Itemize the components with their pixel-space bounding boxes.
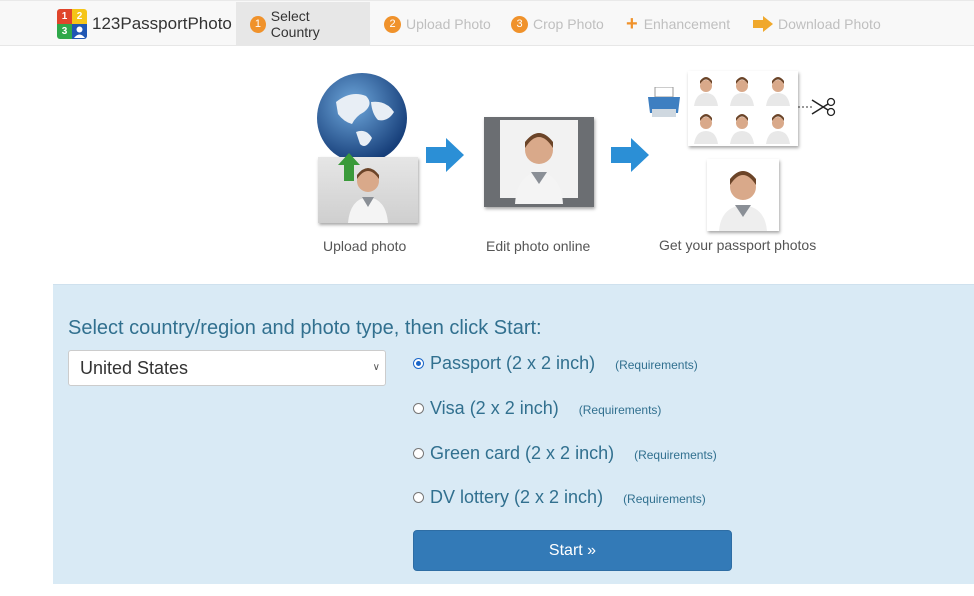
step-number-badge: 2 (384, 15, 401, 33)
radio-green-card[interactable] (413, 448, 424, 459)
step-number-badge: 3 (511, 15, 528, 33)
step-label: Select Country (270, 8, 320, 40)
arrow-right-icon (753, 16, 773, 32)
radio-passport[interactable] (413, 358, 424, 369)
logo-icon: 1 2 3 (57, 9, 87, 39)
arrow-right-icon (611, 138, 649, 172)
caption-edit-photo: Edit photo online (486, 238, 591, 254)
step-upload-photo[interactable]: 2 Upload Photo (370, 2, 505, 46)
requirements-link[interactable]: (Requirements) (623, 492, 706, 506)
edit-photo-image (484, 117, 594, 207)
brand-name: 123PassportPhoto (92, 14, 232, 33)
upload-arrow-icon (338, 153, 360, 181)
caption-upload-photo: Upload photo (323, 238, 407, 254)
brand-link[interactable]: 1 2 3 123PassportPhoto (57, 9, 232, 39)
arrow-right-icon (426, 138, 464, 172)
radio-visa[interactable] (413, 403, 424, 414)
plus-icon: + (626, 13, 638, 35)
option-label[interactable]: Green card (2 x 2 inch) (430, 443, 614, 464)
logo-digit: 2 (72, 9, 87, 24)
photo-type-option: Passport (2 x 2 inch) (Requirements) (413, 353, 698, 374)
requirements-link[interactable]: (Requirements) (634, 448, 717, 462)
requirements-link[interactable]: (Requirements) (615, 358, 698, 372)
country-select[interactable]: United States ∨ (68, 350, 386, 386)
step-enhancement[interactable]: + Enhancement (612, 2, 744, 46)
step-label: Download Photo (778, 16, 881, 32)
photo-type-option: DV lottery (2 x 2 inch) (Requirements) (413, 487, 706, 508)
top-navbar: 1 2 3 123PassportPhoto 1 Select Country … (0, 0, 974, 46)
photo-sheet-image (688, 71, 798, 146)
person-icon (72, 24, 87, 39)
selection-panel: Select country/region and photo type, th… (53, 284, 974, 584)
step-label: Upload Photo (406, 16, 491, 32)
start-button[interactable]: Start » (413, 530, 732, 571)
option-label[interactable]: Visa (2 x 2 inch) (430, 398, 559, 419)
option-label[interactable]: DV lottery (2 x 2 inch) (430, 487, 603, 508)
photo-type-option: Green card (2 x 2 inch) (Requirements) (413, 443, 717, 464)
process-illustration: Upload photo Edit photo online Get your … (300, 60, 860, 270)
logo-digit: 3 (57, 24, 72, 39)
step-label: Crop Photo (533, 16, 604, 32)
logo-digit: 1 (57, 9, 72, 24)
step-crop-photo[interactable]: 3 Crop Photo (497, 2, 618, 46)
globe-icon (317, 73, 407, 163)
passport-photo-image (707, 159, 779, 231)
option-label[interactable]: Passport (2 x 2 inch) (430, 353, 595, 374)
caption-get-photos: Get your passport photos (659, 237, 817, 253)
country-select-value: United States (80, 357, 189, 378)
step-label: Enhancement (643, 16, 731, 32)
scissors-icon (798, 97, 836, 117)
radio-dv-lottery[interactable] (413, 492, 424, 503)
requirements-link[interactable]: (Requirements) (579, 403, 662, 417)
step-select-country[interactable]: 1 Select Country (236, 2, 370, 46)
printer-icon (648, 87, 680, 117)
photo-type-option: Visa (2 x 2 inch) (Requirements) (413, 398, 661, 419)
upload-photo-image (318, 157, 418, 223)
step-download-photo[interactable]: Download Photo (739, 2, 895, 46)
panel-heading: Select country/region and photo type, th… (68, 317, 542, 339)
chevron-down-icon: ∨ (372, 362, 380, 373)
step-number-badge: 1 (250, 15, 266, 33)
